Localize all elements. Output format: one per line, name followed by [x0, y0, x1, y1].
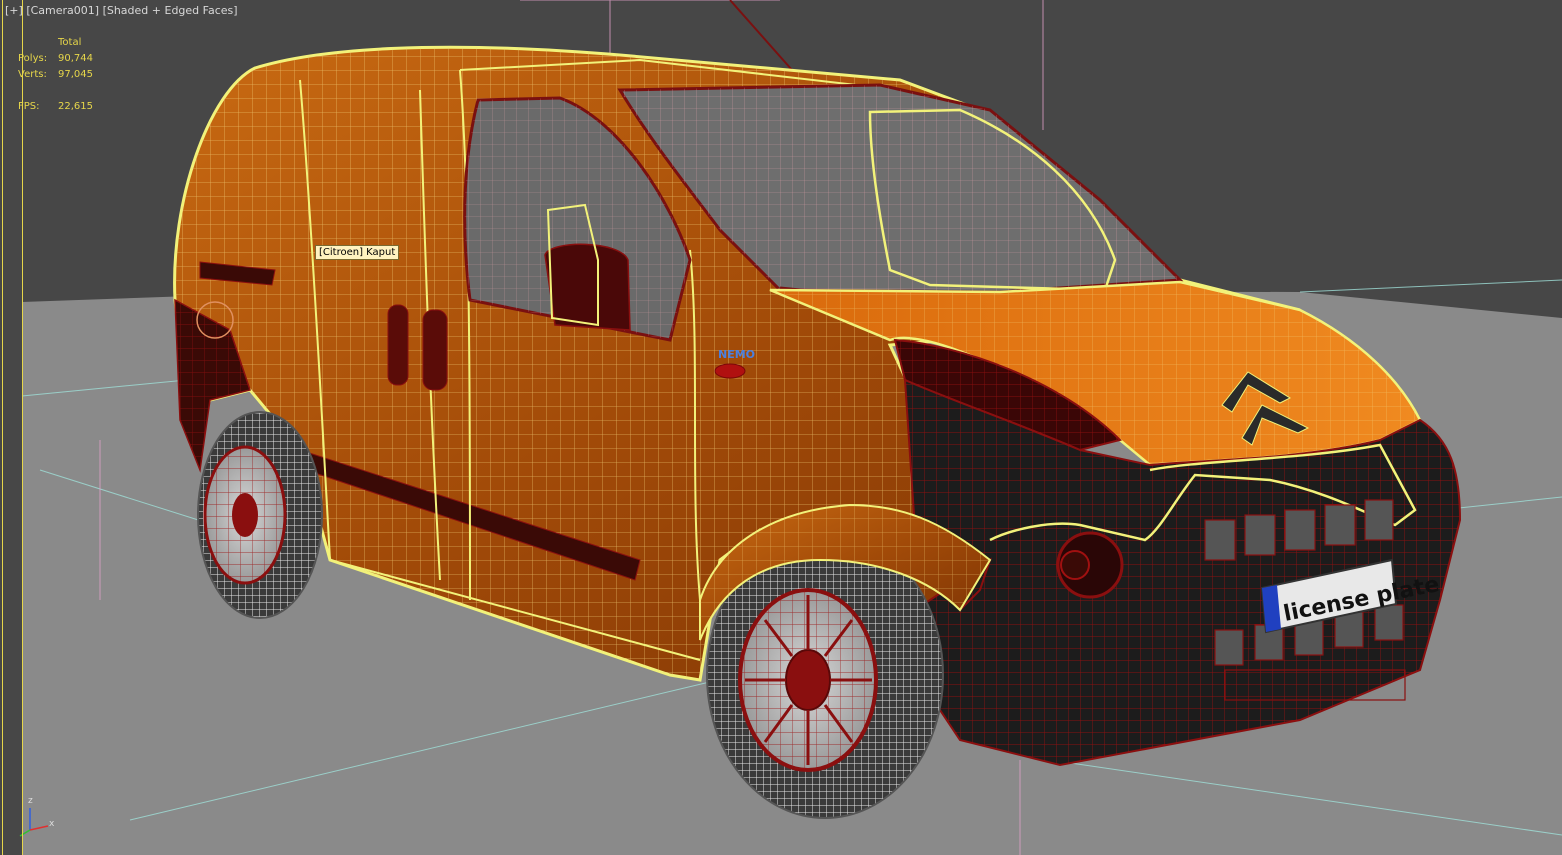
stats-verts-value: 97,045 — [58, 69, 93, 80]
viewport-border — [22, 0, 23, 855]
viewport-outer-border — [2, 0, 3, 855]
axis-x-label: x — [49, 819, 55, 829]
viewport-menu-button[interactable]: [+] — [5, 4, 23, 17]
stats-polys-label: Polys: — [18, 53, 48, 64]
viewport[interactable]: license plate NEMO [+] [Camera001] [Shad… — [0, 0, 1562, 855]
model-badge: NEMO — [718, 348, 755, 361]
shading-menu-button[interactable]: [Shaded + Edged Faces] — [103, 4, 238, 17]
door-handle-front — [422, 309, 448, 391]
scene-canvas[interactable]: license plate NEMO — [0, 0, 1562, 855]
seat-headrest — [544, 243, 631, 331]
stats-polys-value: 90,744 — [58, 53, 93, 64]
stats-fps-label: FPS: — [18, 101, 40, 112]
camera-menu-button[interactable]: [Camera001] — [26, 4, 99, 17]
object-tooltip: [Citroen] Kaput — [315, 245, 400, 260]
stats-fps-value: 22,615 — [58, 101, 93, 112]
door-handle-rear — [387, 304, 409, 386]
stats-verts-label: Verts: — [18, 69, 47, 80]
axis-z-label: z — [28, 796, 33, 806]
stats-header: Total — [58, 37, 82, 48]
side-indicator — [714, 363, 746, 379]
rear-wheel — [197, 411, 323, 619]
viewport-label: [+] [Camera001] [Shaded + Edged Faces] — [5, 4, 238, 17]
